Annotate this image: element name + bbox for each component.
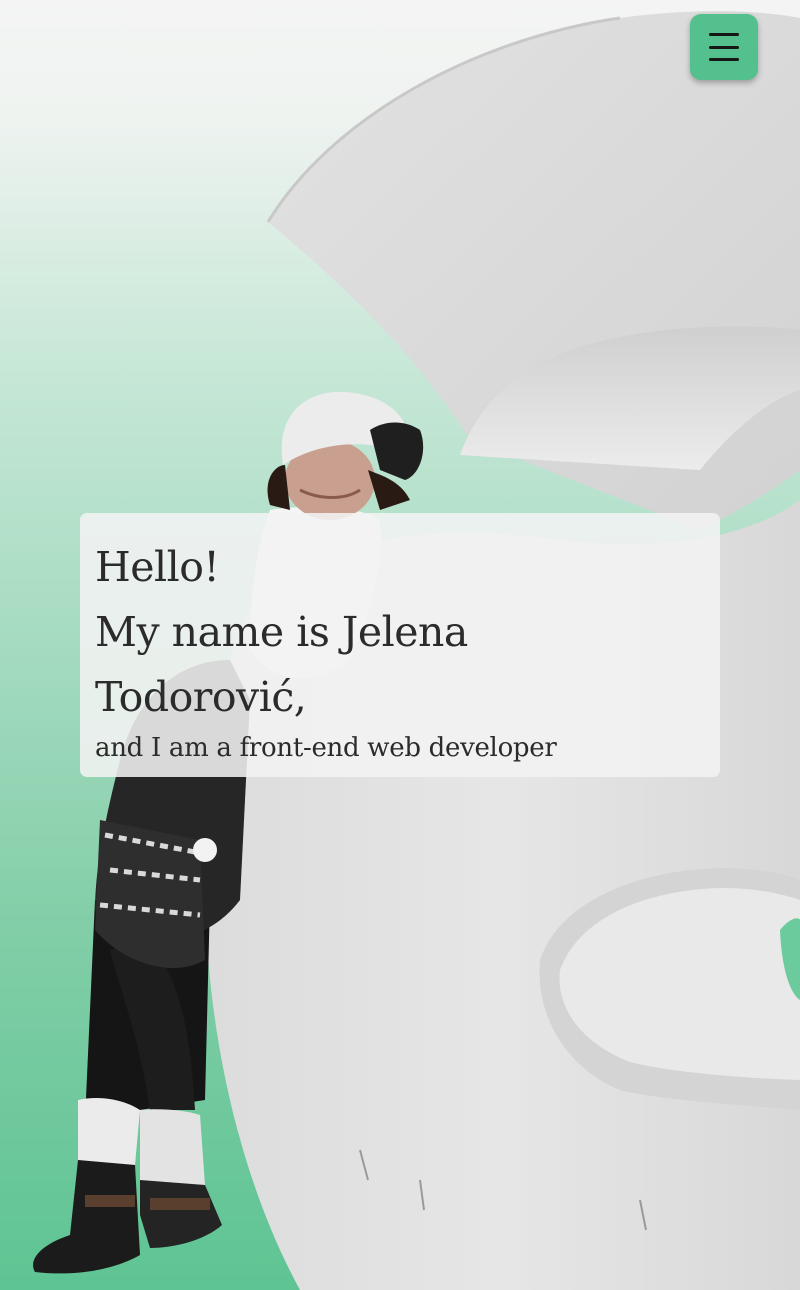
- tagline: and I am a front-end web developer: [95, 733, 557, 763]
- name-line-1: My name is Jelena: [95, 608, 468, 656]
- greeting-heading: Hello!: [95, 543, 220, 591]
- hamburger-menu-icon: [709, 33, 739, 61]
- intro-card: Hello! My name is Jelena Todorović, and …: [80, 513, 720, 777]
- menu-button[interactable]: [690, 14, 758, 80]
- name-line-2: Todorović,: [95, 673, 307, 721]
